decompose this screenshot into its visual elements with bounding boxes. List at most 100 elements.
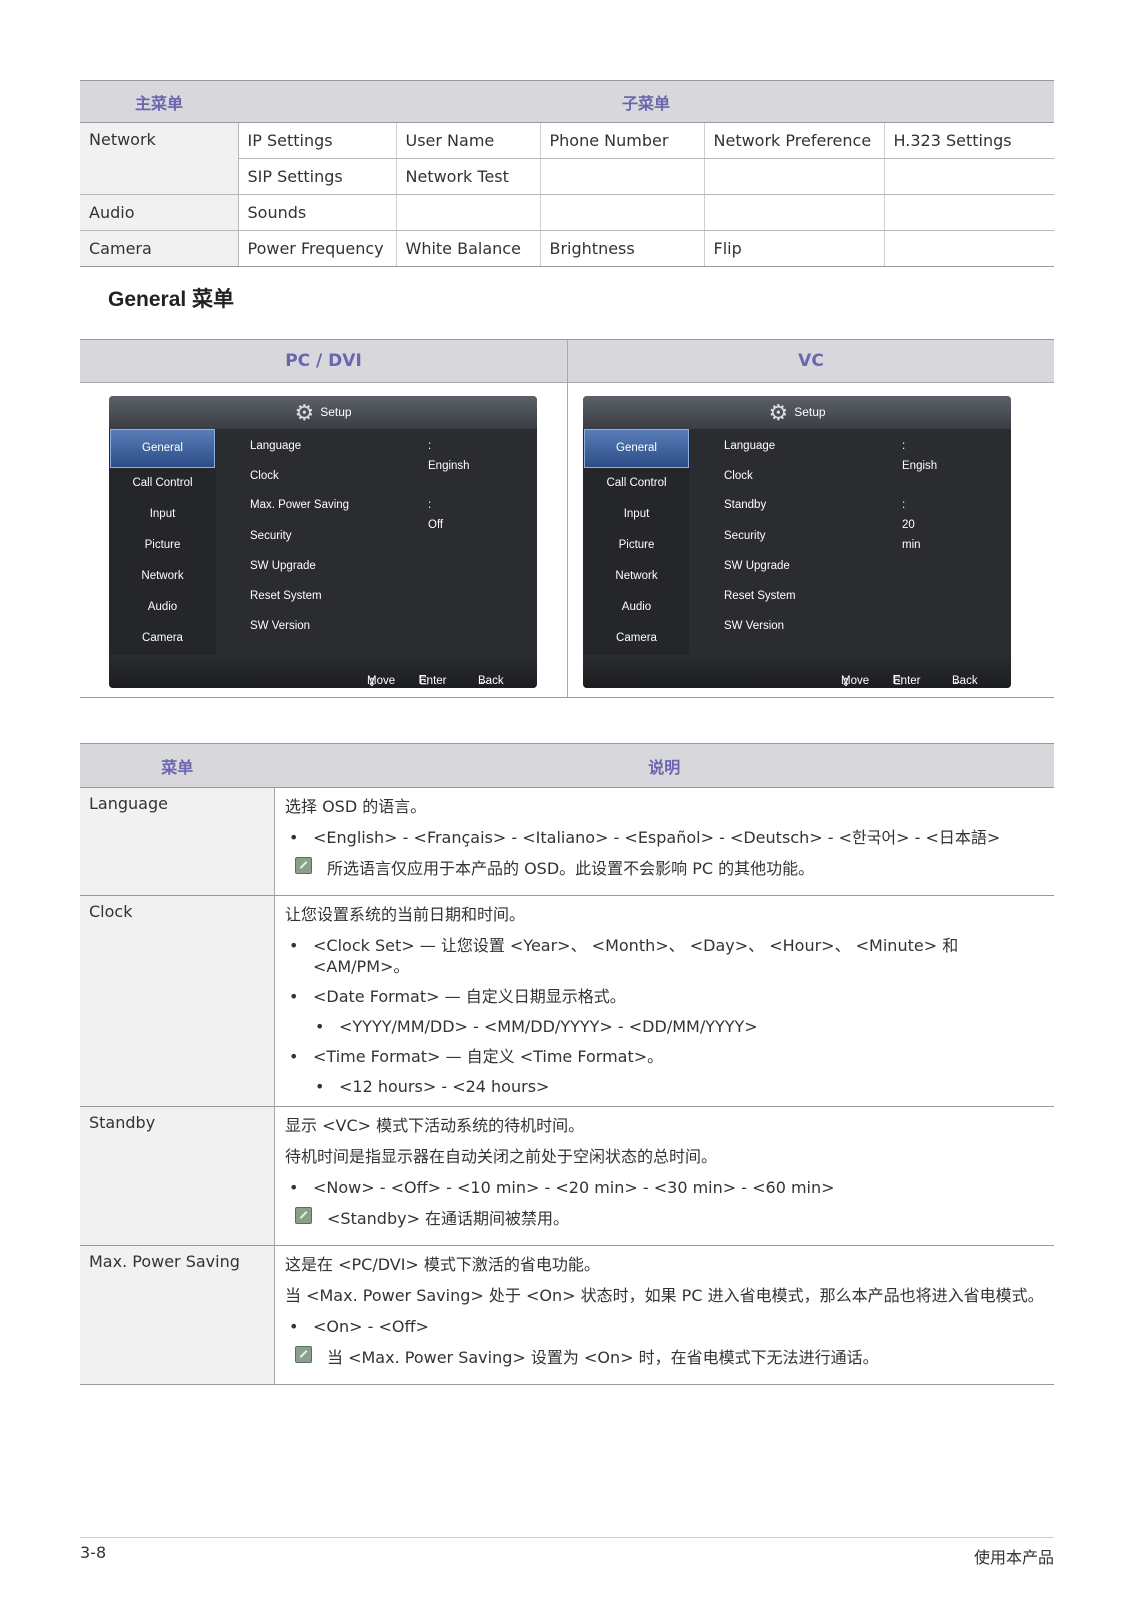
submenu-cell: User Name [396,122,541,159]
submenu-cell: H.323 Settings [884,122,1054,159]
table-row: Network IP Settings User Name Phone Numb… [80,122,1054,195]
osd-option-sw-version[interactable]: SW Version [724,616,784,636]
osd-category-general[interactable]: General [110,429,215,468]
back-label: Back [478,675,504,687]
osd-option-clock[interactable]: Clock [250,466,279,486]
osd-option-standby[interactable]: Standby : 20 min [724,495,921,551]
osd-option-value: : Engish [902,440,938,472]
osd-option-security[interactable]: Security [250,526,292,546]
footer-divider [80,1537,1054,1538]
osd-titlebar: ⚙ Setup [109,396,537,429]
osd-category-input[interactable]: Input [583,499,690,530]
osd-option-security[interactable]: Security [724,526,766,546]
osd-option-sw-upgrade[interactable]: SW Upgrade [724,556,790,576]
osd-option-value: : 20 min [902,499,921,551]
vc-header: VC [568,340,1054,383]
note-icon [295,1207,312,1224]
osd-category-list: General Call Control Input Picture Netwo… [583,429,690,655]
submenu-table: 主菜单 子菜单 Network IP Settings User Name Ph… [80,80,1054,267]
table-row: Camera Power Frequency White Balance Bri… [80,230,1054,267]
list-item: <Clock Set> — 让您设置 <Year>、 <Month>、 <Day… [285,935,1044,977]
osd-title: Setup [794,405,826,419]
submenu-cell [884,194,1054,231]
note: 所选语言仅应用于本产品的 OSD。此设置不会影响 PC 的其他功能。 [285,857,1044,879]
osd-category-audio[interactable]: Audio [583,592,690,623]
osd-option-label: SW Version [250,620,311,632]
submenu-cell [884,158,1054,195]
osd-category-call-control[interactable]: Call Control [583,468,690,499]
submenu-cell: Flip [704,230,885,267]
submenu-cell: SIP Settings [238,158,397,195]
osd-option-value: : Enginsh [428,440,470,472]
table-row: Audio Sounds [80,194,1054,231]
desc-text: 当 <Max. Power Saving> 处于 <On> 状态时，如果 PC … [285,1286,1044,1305]
osd-category-general[interactable]: General [584,429,689,468]
osd-category-network[interactable]: Network [583,561,690,592]
osd-category-camera[interactable]: Camera [109,623,216,654]
submenu-cell: Network Test [396,158,541,195]
osd-option-label: Max. Power Saving [250,499,350,511]
osd-titlebar: ⚙ Setup [583,396,1011,429]
desc-clock: 让您设置系统的当前日期和时间。 <Clock Set> — 让您设置 <Year… [274,895,1054,1107]
osd-option-label: Security [250,530,292,542]
osd-option-label: Standby [724,499,767,511]
osd-option-list: Language : Enginsh Clock Max. Power Savin… [217,429,537,655]
osd-option-sw-version[interactable]: SW Version [250,616,310,636]
osd-option-reset-system[interactable]: Reset System [724,586,796,606]
osd-option-list: Language : Engish Clock Standby : 20 min S… [691,429,1011,655]
list-item: <Now> - <Off> - <10 min> - <20 min> - <3… [285,1177,1044,1198]
desc-text: 待机时间是指显示器在自动关闭之前处于空闲状态的总时间。 [285,1147,718,1166]
osd-category-picture[interactable]: Picture [109,530,216,561]
osd-setup-pc: ⚙ Setup General Call Control Input Pictur… [109,396,537,688]
submenu-cell: Sounds [238,194,397,231]
osd-option-label: Reset System [724,590,796,602]
desc-language: 选择 OSD 的语言。 <English> - <Français> - <It… [274,787,1054,896]
list-item: <12 hours> - <24 hours> [285,1076,1044,1097]
submenu-cell: White Balance [396,230,541,267]
list-item: <Time Format> — 自定义 <Time Format>。 [285,1046,1044,1067]
osd-option-language[interactable]: Language : Enginsh [250,436,470,472]
osd-option-label: SW Upgrade [250,560,316,572]
header-sub-menu: 子菜单 [238,80,1054,123]
osd-option-label: SW Version [724,620,785,632]
table-row: Max. Power Saving 这是在 <PC/DVI> 模式下激活的省电功… [80,1245,1054,1385]
osd-category-network[interactable]: Network [109,561,216,592]
osd-option-label: Clock [724,470,753,482]
osd-option-label: Reset System [250,590,322,602]
desc-standby: 显示 <VC> 模式下活动系统的待机时间。 待机时间是指显示器在自动关闭之前处于… [274,1106,1054,1246]
header-menu: 菜单 [80,743,275,788]
osd-option-label: Language [250,440,302,452]
submenu-cell: Phone Number [540,122,705,159]
osd-option-label: Clock [250,470,279,482]
desc-text: 显示 <VC> 模式下活动系统的待机时间。 [285,1116,585,1135]
main-menu-audio: Audio [80,194,239,231]
submenu-cell [884,230,1054,267]
osd-option-label: Language [724,440,776,452]
osd-category-input[interactable]: Input [109,499,216,530]
main-menu-camera: Camera [80,230,239,267]
note-icon [295,857,312,874]
osd-option-clock[interactable]: Clock [724,466,753,486]
move-label: Move [841,675,870,687]
list-item: <YYYY/MM/DD> - <MM/DD/YYYY> - <DD/MM/YYY… [285,1016,1044,1037]
osd-category-camera[interactable]: Camera [583,623,690,654]
osd-category-audio[interactable]: Audio [109,592,216,623]
osd-setup-vc: ⚙ Setup General Call Control Input Pictur… [583,396,1011,688]
osd-option-reset-system[interactable]: Reset System [250,586,322,606]
osd-option-language[interactable]: Language : Engish [724,436,937,472]
desc-text: 让您设置系统的当前日期和时间。 [285,905,526,924]
section-heading: General 菜单 [108,288,235,311]
submenu-cell [704,158,885,195]
osd-category-picture[interactable]: Picture [583,530,690,561]
osd-option-value: : Off [428,499,444,531]
osd-footer: ⇕ Move ⎘ Enter ← Back [109,655,537,688]
desc-text: 选择 OSD 的语言。 [285,797,427,816]
osd-category-call-control[interactable]: Call Control [109,468,216,499]
osd-option-max-power-saving[interactable]: Max. Power Saving : Off [250,495,443,531]
list-item: <Date Format> — 自定义日期显示格式。 [285,986,1044,1007]
osd-option-sw-upgrade[interactable]: SW Upgrade [250,556,316,576]
vc-column: VC ⚙ Setup General Call Control Input Pic… [568,340,1054,697]
menu-clock: Clock [80,895,275,1107]
osd-title: Setup [320,405,352,419]
submenu-cell: IP Settings [238,122,397,159]
